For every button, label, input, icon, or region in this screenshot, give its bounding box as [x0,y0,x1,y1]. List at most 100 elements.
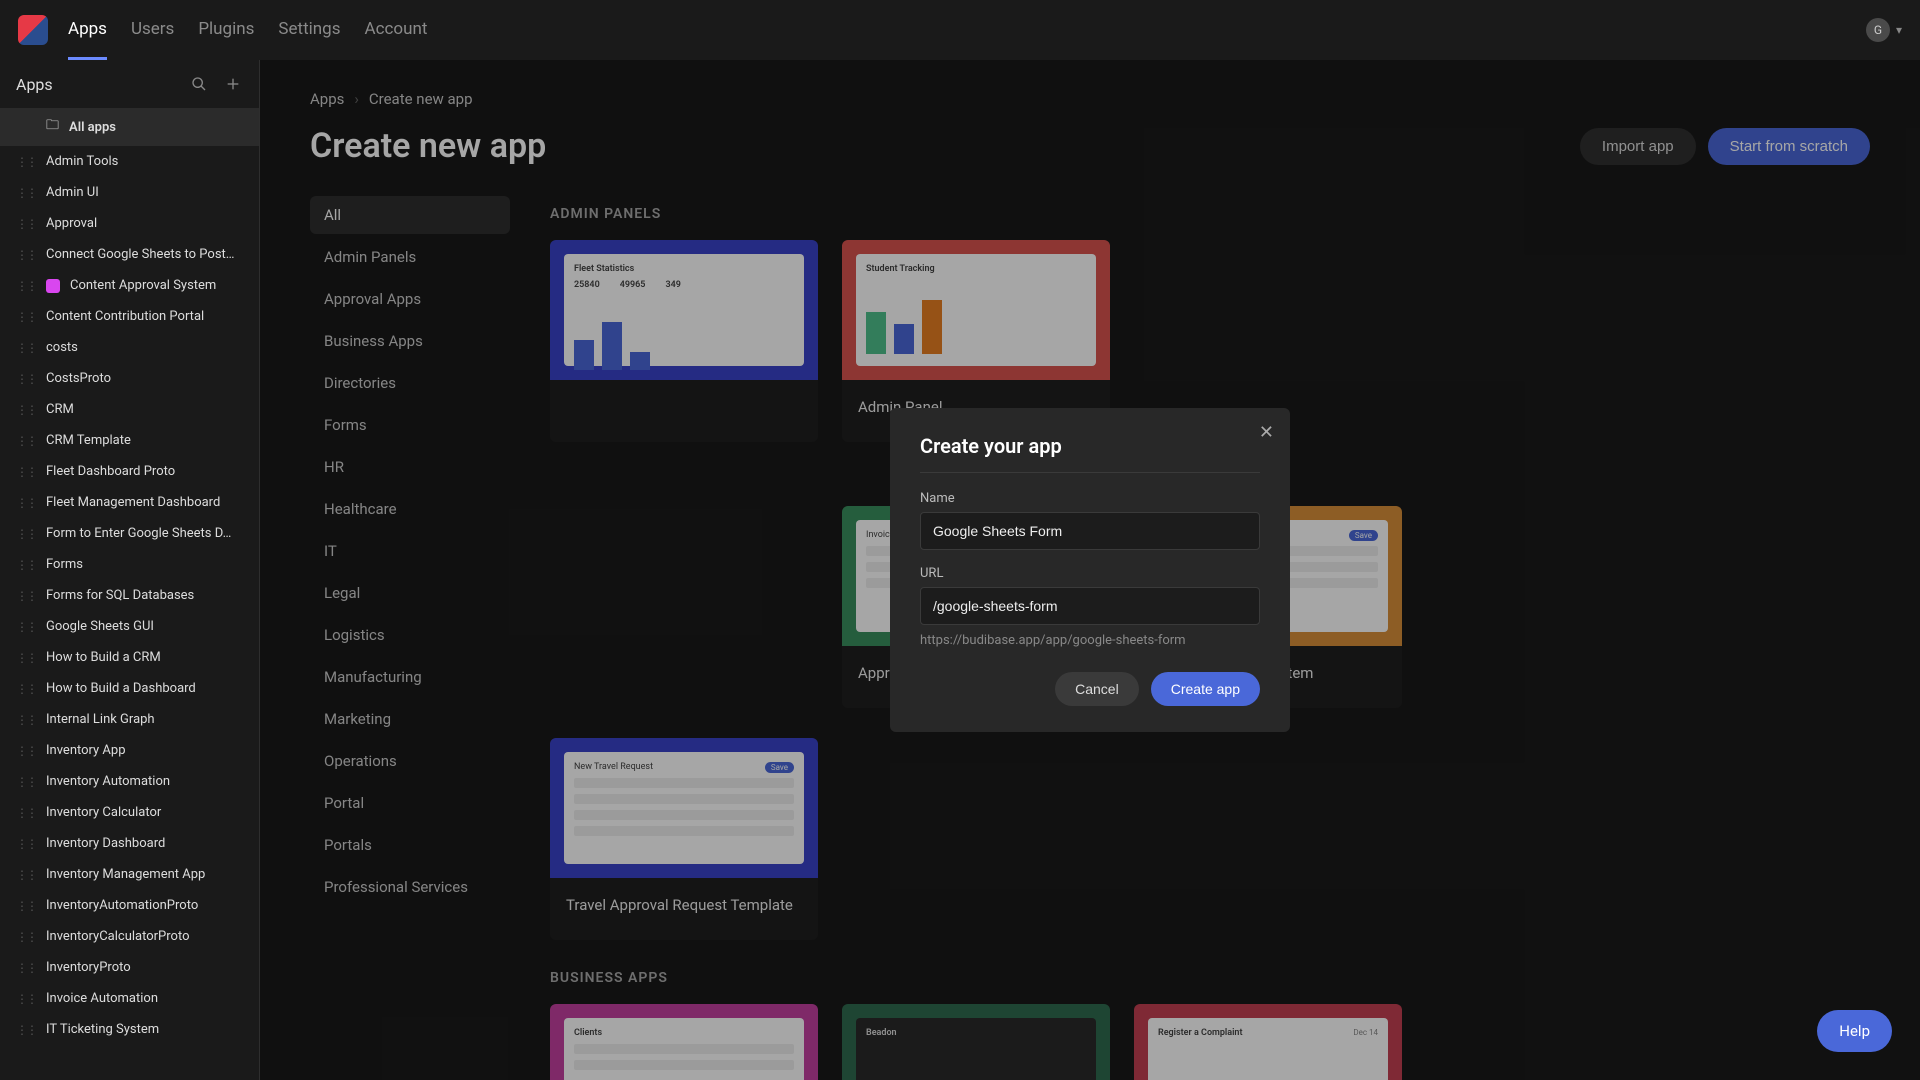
url-label: URL [920,566,1260,581]
modal-overlay: ✕ Create your app Name URL https://budib… [260,60,1920,1080]
drag-icon: ⋮⋮ [16,775,36,789]
sidebar-item-label: Inventory Automation [46,774,170,789]
sidebar-item[interactable]: ⋮⋮ IT Ticketing System [0,1014,259,1045]
sidebar-item[interactable]: ⋮⋮How to Build a Dashboard [0,673,259,704]
sidebar-item-label: InventoryProto [46,960,131,975]
sidebar-item[interactable]: ⋮⋮CRM Template [0,425,259,456]
sidebar-item-label: CRM [46,402,74,417]
create-app-button[interactable]: Create app [1151,672,1260,706]
drag-icon: ⋮⋮ [16,279,36,293]
sidebar-item[interactable]: ⋮⋮ Fleet Management Dashboard [0,487,259,518]
modal-title: Create your app [920,434,1260,458]
drag-icon: ⋮⋮ [16,713,36,727]
sidebar-item-label: Internal Link Graph [46,712,155,727]
sidebar-item[interactable]: ⋮⋮Approval [0,208,259,239]
drag-icon: ⋮⋮ [16,899,36,913]
sidebar-item[interactable]: ⋮⋮ Inventory Dashboard [0,828,259,859]
drag-icon: ⋮⋮ [16,186,36,200]
sidebar: Apps ⋮⋮🗀All apps⋮⋮Admin Tools⋮⋮Admin UI⋮… [0,60,260,1080]
sidebar-item[interactable]: ⋮⋮🗀All apps [0,108,259,146]
drag-icon: ⋮⋮ [16,217,36,231]
drag-icon: ⋮⋮ [16,1023,36,1037]
sidebar-item-label: InventoryCalculatorProto [46,929,190,944]
sidebar-item-label: Admin Tools [46,154,118,169]
avatar[interactable]: G [1866,18,1890,42]
add-app-icon[interactable] [223,74,243,94]
sidebar-item-label: Forms for SQL Databases [46,588,194,603]
sidebar-item-label: Content Contribution Portal [46,309,204,324]
drag-icon: ⋮⋮ [16,310,36,324]
drag-icon: ⋮⋮ [16,992,36,1006]
sidebar-item-label: Fleet Dashboard Proto [46,464,175,479]
search-icon[interactable] [189,74,209,94]
sidebar-item[interactable]: ⋮⋮ costs [0,332,259,363]
name-label: Name [920,491,1260,506]
app-name-input[interactable] [920,512,1260,550]
chevron-down-icon[interactable]: ▾ [1896,23,1902,37]
sidebar-item[interactable]: ⋮⋮ Admin UI [0,177,259,208]
sidebar-item-label: InventoryAutomationProto [46,898,198,913]
sidebar-item-label: Inventory Dashboard [46,836,165,851]
sidebar-item[interactable]: ⋮⋮ Inventory Automation [0,766,259,797]
topnav-plugins[interactable]: Plugins [198,1,254,60]
drag-icon: ⋮⋮ [16,527,36,541]
topnav-account[interactable]: Account [364,1,427,60]
sidebar-item[interactable]: ⋮⋮ Fleet Dashboard Proto [0,456,259,487]
sidebar-item-label: Inventory Calculator [46,805,161,820]
sidebar-item-label: IT Ticketing System [46,1022,159,1037]
sidebar-item-label: Connect Google Sheets to Post… [46,247,234,262]
topnav: Apps Users Plugins Settings Account [68,1,427,60]
sidebar-item[interactable]: ⋮⋮Form to Enter Google Sheets D… [0,518,259,549]
drag-icon: ⋮⋮ [16,961,36,975]
sidebar-item-label: Forms [46,557,83,572]
sidebar-item-label: Content Approval System [70,278,216,293]
topnav-settings[interactable]: Settings [278,1,340,60]
drag-icon: ⋮⋮ [16,341,36,355]
topnav-apps[interactable]: Apps [68,1,107,60]
sidebar-item[interactable]: ⋮⋮InventoryCalculatorProto [0,921,259,952]
sidebar-item[interactable]: ⋮⋮Inventory Calculator [0,797,259,828]
sidebar-item[interactable]: ⋮⋮ Internal Link Graph [0,704,259,735]
sidebar-item-label: How to Build a CRM [46,650,161,665]
create-app-modal: ✕ Create your app Name URL https://budib… [890,408,1290,732]
sidebar-item[interactable]: ⋮⋮ InventoryAutomationProto [0,890,259,921]
sidebar-item[interactable]: ⋮⋮Forms for SQL Databases [0,580,259,611]
sidebar-item-label: How to Build a Dashboard [46,681,196,696]
url-helper-text: https://budibase.app/app/google-sheets-f… [920,633,1260,648]
sidebar-item[interactable]: ⋮⋮Google Sheets GUI [0,611,259,642]
app-list: ⋮⋮🗀All apps ⋮⋮ Admin Tools ⋮⋮ Admin UI ⋮⋮Appr… [0,108,259,1080]
topnav-users[interactable]: Users [131,1,174,60]
sidebar-item[interactable]: ⋮⋮CRM [0,394,259,425]
sidebar-item-label: Invoice Automation [46,991,158,1006]
help-fab[interactable]: Help [1817,1010,1892,1052]
folder-icon: 🗀 [46,116,59,138]
sidebar-item[interactable]: ⋮⋮CostsProto [0,363,259,394]
sidebar-item[interactable]: ⋮⋮ Content Contribution Portal [0,301,259,332]
sidebar-item[interactable]: ⋮⋮How to Build a CRM [0,642,259,673]
app-icon [46,279,60,293]
cancel-button[interactable]: Cancel [1055,672,1139,706]
sidebar-item[interactable]: ⋮⋮Forms [0,549,259,580]
sidebar-item[interactable]: ⋮⋮ Invoice Automation [0,983,259,1014]
logo[interactable] [18,15,48,45]
sidebar-item[interactable]: ⋮⋮ Content Approval System [0,270,259,301]
drag-icon: ⋮⋮ [16,496,36,510]
sidebar-item-label: Admin UI [46,185,99,200]
sidebar-item[interactable]: ⋮⋮Connect Google Sheets to Post… [0,239,259,270]
sidebar-title: Apps [16,75,175,94]
sidebar-item[interactable]: ⋮⋮ InventoryProto [0,952,259,983]
close-icon[interactable]: ✕ [1259,422,1274,443]
sidebar-item-label: costs [46,340,78,355]
drag-icon: ⋮⋮ [16,465,36,479]
sidebar-item-label: CostsProto [46,371,111,386]
sidebar-item[interactable]: ⋮⋮Inventory Management App [0,859,259,890]
sidebar-item-label: Fleet Management Dashboard [46,495,220,510]
drag-icon: ⋮⋮ [16,837,36,851]
app-url-input[interactable] [920,587,1260,625]
sidebar-item[interactable]: ⋮⋮ Admin Tools [0,146,259,177]
sidebar-item[interactable]: ⋮⋮ Inventory App [0,735,259,766]
drag-icon: ⋮⋮ [16,744,36,758]
drag-icon: ⋮⋮ [16,620,36,634]
drag-icon: ⋮⋮ [16,155,36,169]
sidebar-item-label: Inventory App [46,743,126,758]
